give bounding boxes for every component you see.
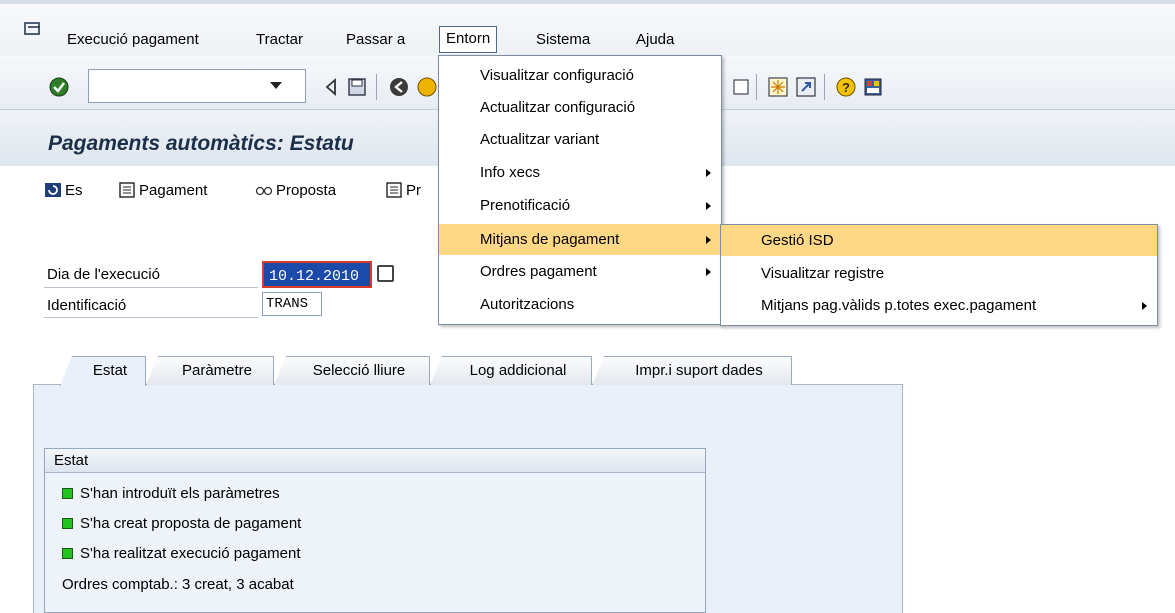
status-row: S'han introduït els paràmetres	[62, 485, 280, 502]
print-button[interactable]: Pr	[385, 180, 421, 202]
new-session-icon[interactable]	[730, 76, 752, 98]
status-row-text: S'ha realitzat execució pagament	[80, 545, 301, 562]
label-underline	[44, 317, 258, 318]
payment-methods-submenu: Gestió ISD Visualitzar registre Mitjans …	[720, 224, 1158, 326]
entorn-dropdown-menu: Visualitzar configuració Actualitzar con…	[438, 55, 722, 325]
menu-item-info-xecs[interactable]: Info xecs	[439, 157, 721, 188]
submenu-arrow-icon	[706, 202, 711, 210]
menu-item-label: Ordres pagament	[480, 263, 597, 280]
run-date-label: Dia de l'execució	[47, 266, 160, 283]
menu-item-label: Visualitzar configuració	[480, 67, 634, 84]
proposal-button-label: Proposta	[276, 182, 337, 199]
menu-item-actualitzar-variant[interactable]: Actualitzar variant	[439, 124, 721, 155]
save-icon[interactable]	[346, 76, 368, 98]
menu-sistema[interactable]: Sistema	[530, 28, 596, 52]
submenu-arrow-icon	[706, 236, 711, 244]
menu-ajuda[interactable]: Ajuda	[630, 28, 680, 52]
run-date-field[interactable]: 10.12.2010	[262, 261, 372, 288]
print-button-label: Pr	[406, 182, 421, 199]
status-row-text: S'ha creat proposta de pagament	[80, 515, 302, 532]
menu-item-label: Actualitzar configuració	[480, 99, 636, 116]
status-summary: Ordres comptab.: 3 creat, 3 acabat	[62, 576, 294, 593]
identification-label: Identificació	[47, 297, 127, 314]
menu-item-mitjans-de-pagament[interactable]: Mitjans de pagament	[439, 224, 721, 255]
layout-menu-icon[interactable]	[767, 76, 789, 98]
toolbar-separator	[376, 74, 377, 100]
status-button-label: Es	[65, 182, 83, 199]
menu-item-mitjans-pag-valids[interactable]: Mitjans pag.vàlids p.totes exec.pagament	[721, 290, 1157, 321]
svg-text:?: ?	[842, 80, 850, 95]
tab-estat[interactable]: Estat	[60, 356, 146, 386]
command-field-dropdown-icon[interactable]	[270, 82, 282, 89]
status-button[interactable]: Es	[44, 180, 83, 202]
shortcut-icon[interactable]	[795, 76, 817, 98]
status-group-title: Estat	[45, 449, 705, 473]
menu-item-label: Prenotificació	[480, 197, 571, 214]
proposal-button[interactable]: Proposta	[255, 180, 336, 202]
menu-item-label: Visualitzar registre	[761, 265, 885, 282]
back-arrow-icon[interactable]	[320, 76, 342, 98]
submenu-arrow-icon	[706, 169, 711, 177]
help-icon[interactable]: ?	[835, 76, 857, 98]
status-row: S'ha creat proposta de pagament	[62, 515, 301, 532]
menu-item-gestio-isd[interactable]: Gestió ISD	[721, 225, 1157, 256]
exit-yellow-icon[interactable]	[416, 76, 438, 98]
submenu-arrow-icon	[706, 268, 711, 276]
refresh-icon	[44, 182, 62, 198]
tab-impr-suport-dades[interactable]: Impr.i suport dades	[592, 356, 792, 385]
menu-tractar[interactable]: Tractar	[250, 28, 309, 52]
page-title: Pagaments automàtics: Estatu	[48, 132, 354, 155]
green-led-icon	[62, 488, 73, 499]
menu-entorn[interactable]: Entorn	[439, 26, 498, 53]
customize-layout-icon[interactable]	[862, 76, 884, 98]
menu-item-label: Gestió ISD	[761, 232, 834, 249]
menu-item-ordres-pagament[interactable]: Ordres pagament	[439, 256, 721, 287]
status-row: S'ha realitzat execució pagament	[62, 545, 301, 562]
submenu-arrow-icon	[1142, 302, 1147, 310]
document-icon	[118, 182, 136, 198]
menu-item-label: Autoritzacions	[480, 296, 575, 313]
menu-item-label: Actualitzar variant	[480, 131, 600, 148]
back-green-icon[interactable]	[388, 76, 410, 98]
green-led-icon	[62, 548, 73, 559]
payment-button-label: Pagament	[139, 182, 208, 199]
menu-item-label: Mitjans de pagament	[480, 231, 620, 248]
tab-log-addicional[interactable]: Log addicional	[430, 356, 592, 385]
status-row-text: S'han introduït els paràmetres	[80, 485, 280, 502]
document-icon	[385, 182, 403, 198]
enter-check-icon[interactable]	[48, 76, 70, 98]
menu-item-actualitzar-configuracio[interactable]: Actualitzar configuració	[439, 92, 721, 123]
menu-execucio-pagament[interactable]: Execució pagament	[61, 28, 205, 52]
calendar-help-icon[interactable]	[377, 265, 394, 282]
menu-item-label: Mitjans pag.vàlids p.totes exec.pagament	[761, 297, 1037, 314]
tab-parametre[interactable]: Paràmetre	[146, 356, 274, 385]
toolbar-separator	[824, 74, 825, 100]
green-led-icon	[62, 518, 73, 529]
label-underline	[44, 287, 258, 288]
window-menu-icon[interactable]	[24, 22, 42, 36]
toolbar-separator	[756, 74, 757, 100]
identification-field[interactable]: TRANS	[262, 292, 322, 316]
menu-item-label: Info xecs	[480, 164, 541, 181]
payment-button[interactable]: Pagament	[118, 180, 207, 202]
menu-item-visualitzar-registre[interactable]: Visualitzar registre	[721, 258, 1157, 289]
menu-passar-a[interactable]: Passar a	[340, 28, 411, 52]
menu-item-prenotificacio[interactable]: Prenotificació	[439, 190, 721, 221]
menu-item-autoritzacions[interactable]: Autoritzacions	[439, 289, 721, 320]
menu-item-visualitzar-configuracio[interactable]: Visualitzar configuració	[439, 60, 721, 91]
tab-seleccio-lliure[interactable]: Selecció lliure	[274, 356, 430, 385]
glasses-icon	[255, 182, 273, 198]
